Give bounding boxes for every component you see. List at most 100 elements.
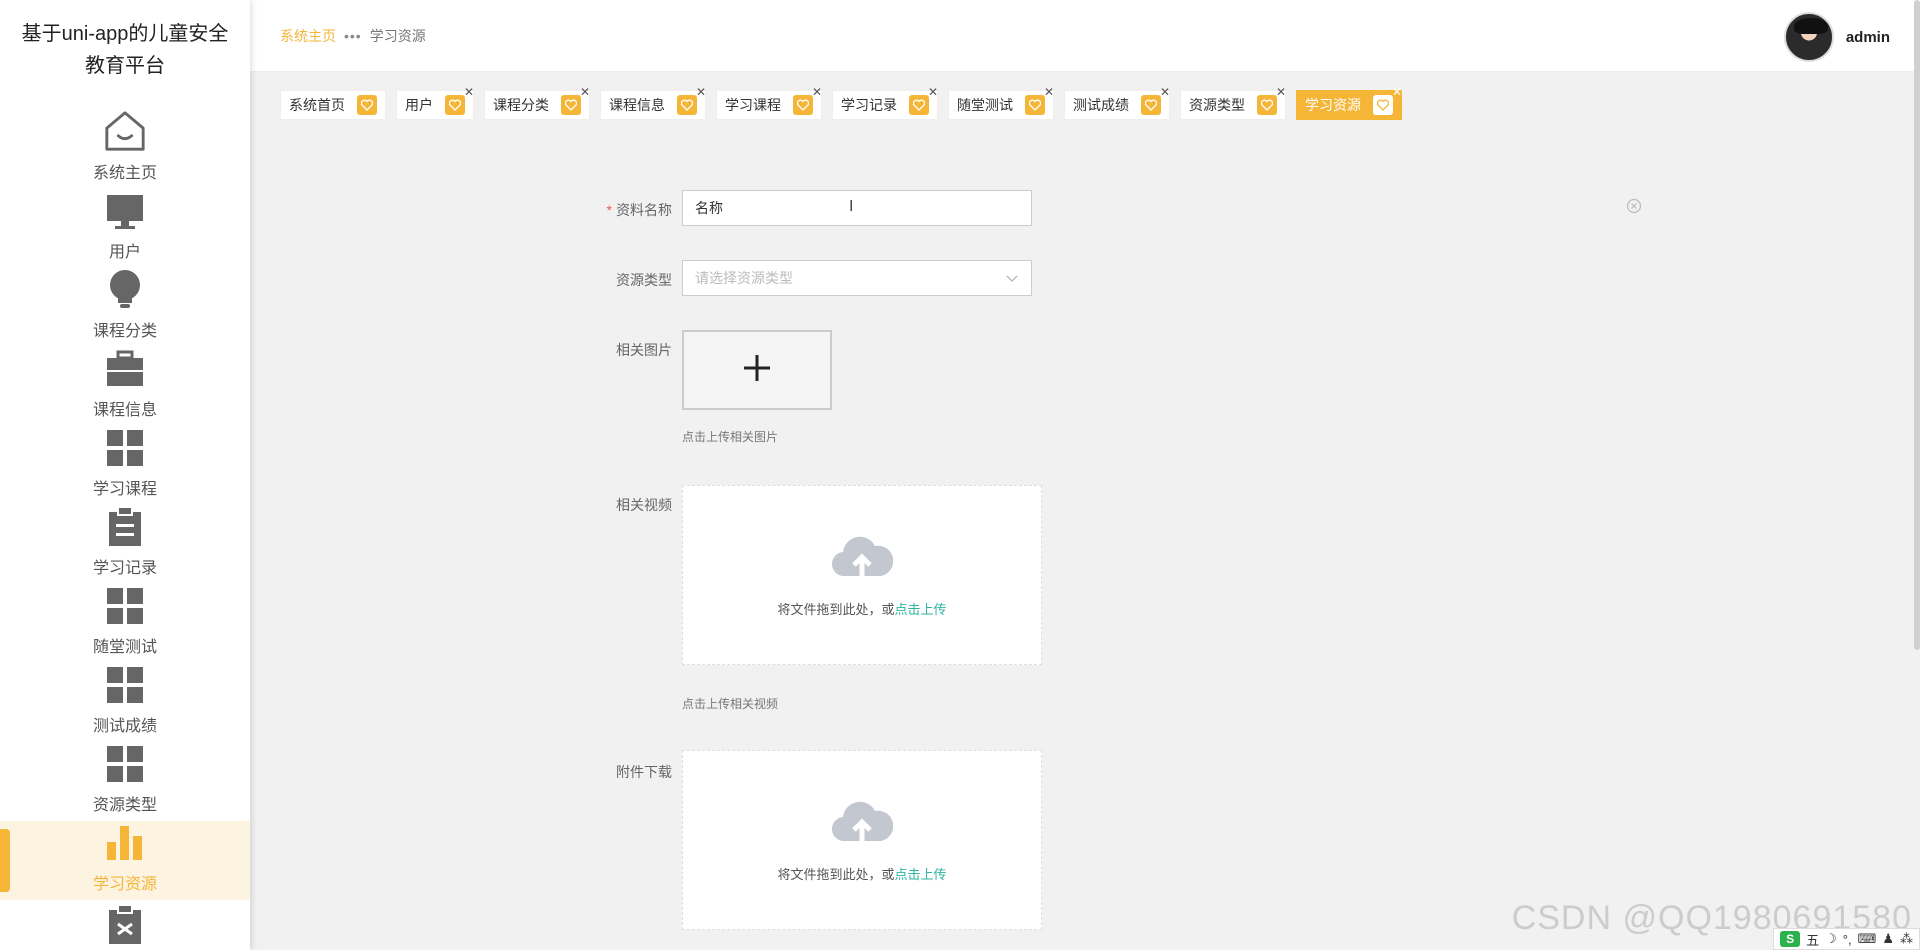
name-label: * 资料名称 <box>542 200 672 220</box>
heart-icon <box>561 95 581 115</box>
attachment-dropzone-text: 将文件拖到此处，或点击上传 <box>777 864 946 883</box>
sidebar-item-study-course[interactable]: 学习课程 <box>0 426 250 505</box>
required-mark: * <box>606 202 612 218</box>
close-icon[interactable]: ✕ <box>1276 85 1286 99</box>
heart-icon <box>445 95 465 115</box>
bar-chart-icon <box>103 821 147 864</box>
video-drop-text: 将文件拖到此处，或 <box>777 602 895 617</box>
heart-icon <box>909 95 929 115</box>
close-icon[interactable]: ✕ <box>1392 85 1402 99</box>
resource-type-placeholder: 请选择资源类型 <box>695 270 793 286</box>
tab-label: 课程信息 <box>609 97 665 113</box>
breadcrumb-home[interactable]: 系统主页 <box>280 26 336 46</box>
grid-icon <box>103 742 147 785</box>
close-icon[interactable]: ✕ <box>928 85 938 99</box>
tab-label: 资源类型 <box>1189 97 1245 113</box>
tab-study-course[interactable]: 学习课程 ✕ <box>716 85 822 120</box>
username[interactable]: admin <box>1846 29 1890 46</box>
image-label: 相关图片 <box>616 342 672 358</box>
sidebar-item-study-resource[interactable]: 学习资源 <box>0 821 250 900</box>
resource-type-select[interactable]: 请选择资源类型 <box>682 260 1032 296</box>
chevron-down-icon <box>1005 271 1019 288</box>
punctuation-icon[interactable]: °, <box>1843 932 1852 947</box>
name-input[interactable]: 名称 I <box>682 190 1032 226</box>
heart-icon <box>1141 95 1161 115</box>
close-icon[interactable]: ✕ <box>580 85 590 99</box>
top-header: 系统主页 ••• 学习资源 admin <box>250 0 1920 72</box>
tab-bar: 系统首页 用户 ✕ 课程分类 ✕ 课程信息 ✕ 学习课程 ✕ 学习记录 ✕ 随堂… <box>280 85 1402 120</box>
tab-course-info[interactable]: 课程信息 ✕ <box>600 85 706 120</box>
sidebar-item-label: 测试成绩 <box>92 718 157 735</box>
plus-icon <box>741 352 773 389</box>
tab-label: 用户 <box>405 97 433 113</box>
grid-icon <box>103 584 147 627</box>
home-icon <box>103 109 147 153</box>
cloud-upload-icon <box>831 797 894 850</box>
tab-label: 课程分类 <box>493 97 549 113</box>
clear-icon[interactable] <box>1626 198 1642 219</box>
tab-study-resource[interactable]: 学习资源 ✕ <box>1296 85 1402 120</box>
brand-title-line2: 教育平台 <box>85 55 165 77</box>
tab-resource-type[interactable]: 资源类型 ✕ <box>1180 85 1286 120</box>
close-icon[interactable]: ✕ <box>696 85 706 99</box>
menu-grid-icon[interactable]: ⁂ <box>1900 931 1913 947</box>
attachment-drop-text: 将文件拖到此处，或 <box>777 867 895 882</box>
attachment-upload-link[interactable]: 点击上传 <box>895 867 947 882</box>
tab-users[interactable]: 用户 ✕ <box>396 85 474 120</box>
avatar[interactable] <box>1783 12 1834 62</box>
grid-icon <box>103 426 147 469</box>
ime-toolbar[interactable]: S 五 ☽ °, ⌨ ♟ ⁂ <box>1773 928 1920 950</box>
heart-icon <box>793 95 813 115</box>
video-upload-link[interactable]: 点击上传 <box>895 602 947 617</box>
video-dropzone[interactable]: 将文件拖到此处，或点击上传 <box>682 485 1042 665</box>
ime-logo: S <box>1780 931 1801 947</box>
sidebar-item-users[interactable]: 用户 <box>0 189 250 268</box>
close-icon[interactable]: ✕ <box>1160 85 1170 99</box>
tab-label: 系统首页 <box>289 97 345 113</box>
attachment-label: 附件下载 <box>616 764 672 780</box>
tab-study-record[interactable]: 学习记录 ✕ <box>832 85 938 120</box>
briefcase-icon <box>103 347 147 390</box>
name-input-value: 名称 <box>695 200 723 216</box>
sidebar: 基于uni-app的儿童安全 教育平台 系统主页 用户 课程分类 课程信息 学习… <box>0 0 250 950</box>
resource-form: * 资料名称 名称 I 资源类型 请选择资源类型 相关图片 点击上传相关图片 相关… <box>250 150 1920 950</box>
close-icon[interactable]: ✕ <box>812 85 822 99</box>
attachment-dropzone[interactable]: 将文件拖到此处，或点击上传 <box>682 750 1042 930</box>
tab-label: 测试成绩 <box>1073 97 1129 113</box>
tab-test-scores[interactable]: 测试成绩 ✕ <box>1064 85 1170 120</box>
tab-label: 学习资源 <box>1305 97 1361 113</box>
tab-course-category[interactable]: 课程分类 ✕ <box>484 85 590 120</box>
name-label-text: 资料名称 <box>616 202 672 218</box>
tab-home[interactable]: 系统首页 <box>280 90 386 120</box>
user-icon[interactable]: ♟ <box>1882 931 1894 947</box>
page-scrollbar[interactable] <box>1914 0 1920 650</box>
ime-mode[interactable]: 五 <box>1806 930 1819 949</box>
keyboard-icon[interactable]: ⌨ <box>1858 931 1877 947</box>
video-upload-hint: 点击上传相关视频 <box>682 697 779 711</box>
tab-quiz[interactable]: 随堂测试 ✕ <box>948 85 1054 120</box>
sidebar-item-label: 随堂测试 <box>92 639 157 656</box>
tab-label: 学习记录 <box>841 97 897 113</box>
breadcrumb-separator: ••• <box>344 28 362 44</box>
sidebar-item-label: 学习记录 <box>92 560 157 577</box>
sidebar-item-test-scores[interactable]: 测试成绩 <box>0 663 250 742</box>
breadcrumb: 系统主页 ••• 学习资源 <box>280 26 426 46</box>
user-menu[interactable]: admin <box>1783 12 1890 62</box>
image-upload-button[interactable] <box>682 330 832 410</box>
sidebar-item-label: 课程分类 <box>92 323 157 340</box>
brand-title: 基于uni-app的儿童安全 教育平台 <box>0 0 250 110</box>
moon-icon[interactable]: ☽ <box>1825 931 1837 947</box>
sidebar-item-course-info[interactable]: 课程信息 <box>0 347 250 426</box>
close-icon[interactable]: ✕ <box>1044 85 1054 99</box>
lightbulb-icon <box>103 268 147 311</box>
sidebar-item-home[interactable]: 系统主页 <box>0 110 250 189</box>
heart-icon <box>1373 95 1393 115</box>
sidebar-item-label: 课程信息 <box>92 402 157 419</box>
sidebar-item-resource-type[interactable]: 资源类型 <box>0 742 250 821</box>
sidebar-item-study-record[interactable]: 学习记录 <box>0 505 250 584</box>
sidebar-item-course-category[interactable]: 课程分类 <box>0 268 250 347</box>
close-icon[interactable]: ✕ <box>464 85 474 99</box>
sidebar-item-quiz[interactable]: 随堂测试 <box>0 584 250 663</box>
sidebar-item-more[interactable] <box>0 900 250 944</box>
heart-icon <box>677 95 697 115</box>
